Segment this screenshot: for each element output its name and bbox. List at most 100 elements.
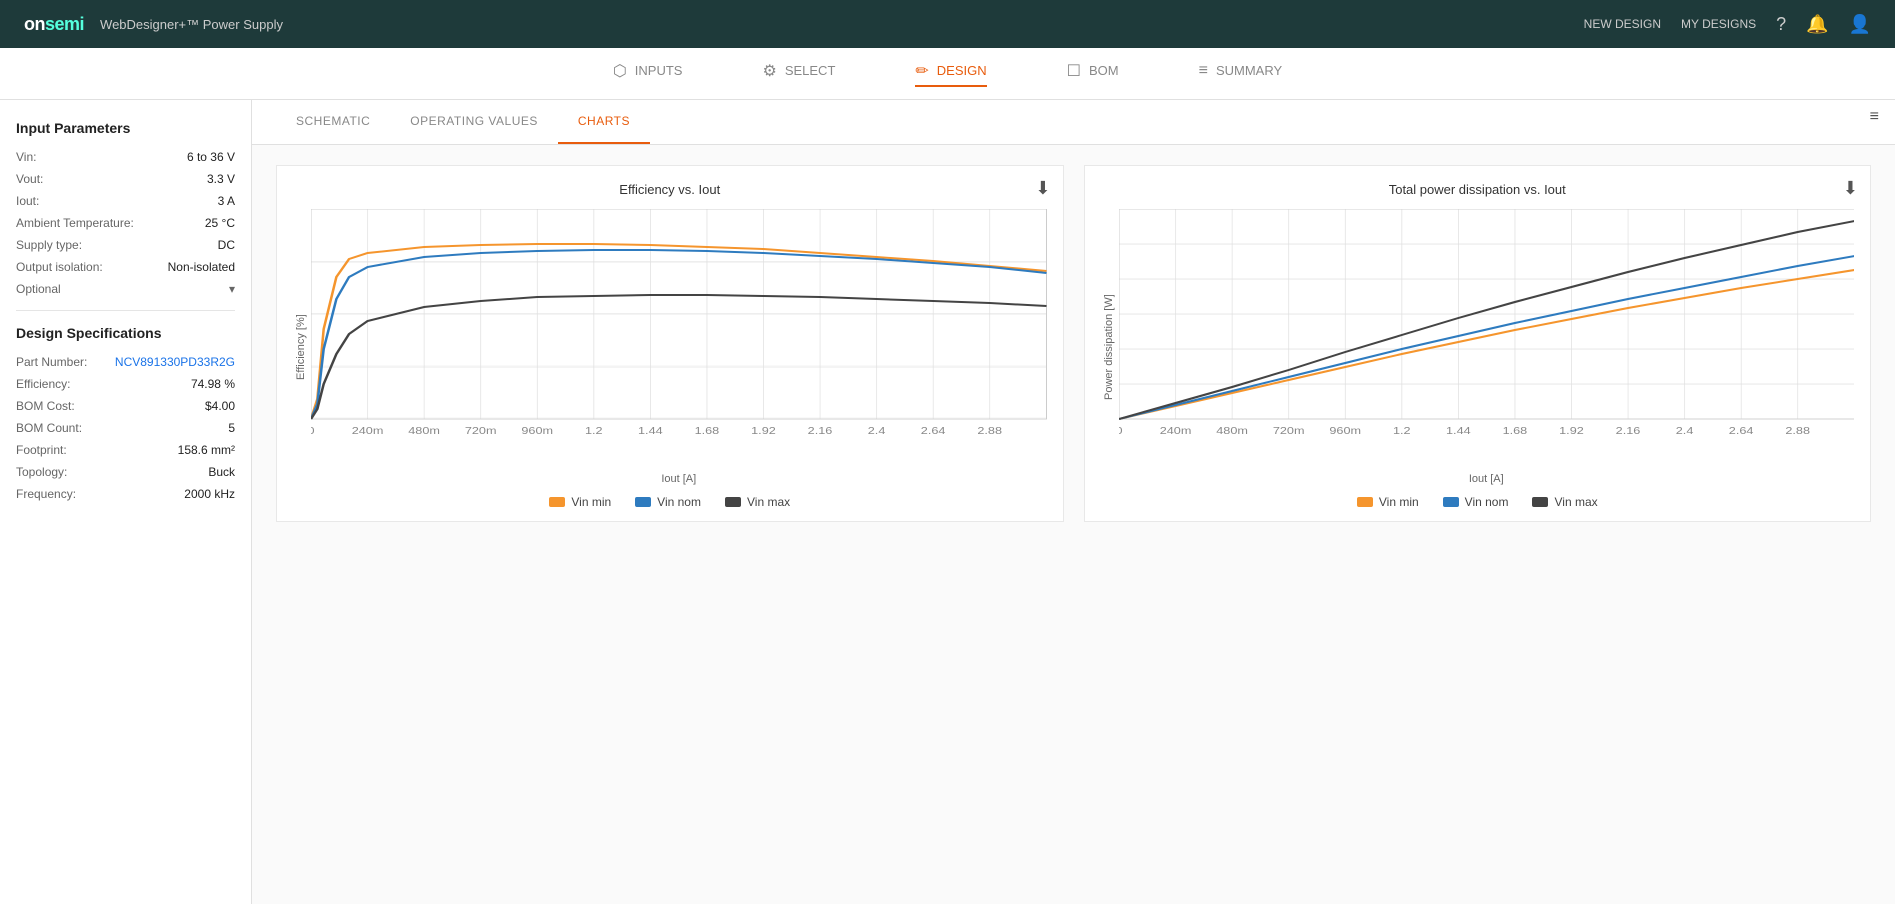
top-nav: onsemi WebDesigner+™ Power Supply NEW DE…: [0, 0, 1895, 48]
svg-text:1.68: 1.68: [1502, 426, 1527, 437]
power-download-button[interactable]: ⬇: [1843, 178, 1858, 199]
notification-icon[interactable]: 🔔: [1806, 14, 1828, 35]
step-select[interactable]: ⚙ SELECT: [762, 61, 835, 87]
param-supply: Supply type: DC: [16, 238, 235, 252]
svg-text:2.88: 2.88: [977, 426, 1002, 437]
svg-text:720m: 720m: [465, 426, 497, 437]
svg-text:1.2: 1.2: [585, 426, 603, 437]
legend-vin-min-label: Vin min: [571, 495, 611, 509]
step-design[interactable]: ✏ DESIGN: [915, 61, 986, 87]
svg-text:480m: 480m: [1216, 426, 1248, 437]
help-icon[interactable]: ?: [1776, 14, 1786, 35]
svg-text:240m: 240m: [352, 426, 384, 437]
svg-text:240m: 240m: [1159, 426, 1191, 437]
legend-vin-max-color: [725, 497, 741, 507]
sidebar-divider: [16, 310, 235, 311]
param-vin-value: 6 to 36 V: [187, 150, 235, 164]
power-legend-vin-nom-color: [1443, 497, 1459, 507]
power-legend-vin-min: Vin min: [1357, 495, 1419, 509]
spec-freq-label: Frequency:: [16, 487, 76, 501]
svg-text:480m: 480m: [408, 426, 440, 437]
bom-icon: ☐: [1067, 61, 1081, 81]
power-chart-title: Total power dissipation vs. Iout: [1101, 182, 1855, 197]
legend-vin-nom-label: Vin nom: [657, 495, 701, 509]
main-layout: Input Parameters Vin: 6 to 36 V Vout: 3.…: [0, 100, 1895, 904]
svg-text:960m: 960m: [521, 426, 553, 437]
user-icon[interactable]: 👤: [1849, 14, 1871, 35]
svg-text:2.16: 2.16: [808, 426, 833, 437]
legend-vin-nom: Vin nom: [635, 495, 701, 509]
new-design-link[interactable]: NEW DESIGN: [1584, 17, 1661, 31]
power-legend-vin-max: Vin max: [1532, 495, 1597, 509]
spec-footprint-label: Footprint:: [16, 443, 67, 457]
nav-right: NEW DESIGN MY DESIGNS ? 🔔 👤: [1584, 14, 1871, 35]
power-chart-container: Total power dissipation vs. Iout ⬇ Power…: [1084, 165, 1872, 522]
legend-vin-max: Vin max: [725, 495, 790, 509]
tab-charts[interactable]: CHARTS: [558, 100, 650, 144]
power-x-label: Iout [A]: [1119, 473, 1855, 485]
svg-text:960m: 960m: [1329, 426, 1361, 437]
design-specs-title: Design Specifications: [16, 325, 235, 341]
svg-text:1.44: 1.44: [1446, 426, 1471, 437]
svg-text:1.44: 1.44: [638, 426, 663, 437]
step-nav: ⬡ INPUTS ⚙ SELECT ✏ DESIGN ☐ BOM ≡ SUMMA…: [0, 48, 1895, 100]
power-y-label: Power dissipation [W]: [1101, 209, 1115, 485]
select-icon: ⚙: [762, 61, 776, 81]
efficiency-x-label: Iout [A]: [311, 473, 1047, 485]
power-legend-vin-min-color: [1357, 497, 1373, 507]
step-summary[interactable]: ≡ SUMMARY: [1199, 62, 1283, 86]
step-inputs[interactable]: ⬡ INPUTS: [613, 61, 683, 87]
step-bom[interactable]: ☐ BOM: [1067, 61, 1119, 87]
param-isolation: Output isolation: Non-isolated: [16, 260, 235, 274]
spec-efficiency: Efficiency: 74.98 %: [16, 377, 235, 391]
efficiency-chart-wrapper: Efficiency [%]: [293, 209, 1047, 485]
step-design-label: DESIGN: [937, 63, 987, 78]
optional-row[interactable]: Optional ▾: [16, 282, 235, 296]
efficiency-y-label: Efficiency [%]: [293, 209, 307, 485]
power-legend-vin-min-label: Vin min: [1379, 495, 1419, 509]
step-bom-label: BOM: [1089, 63, 1119, 78]
spec-topology: Topology: Buck: [16, 465, 235, 479]
legend-vin-nom-color: [635, 497, 651, 507]
legend-vin-min: Vin min: [549, 495, 611, 509]
design-icon: ✏: [915, 61, 928, 81]
svg-text:1.2: 1.2: [1392, 426, 1410, 437]
param-temp: Ambient Temperature: 25 °C: [16, 216, 235, 230]
app-title: WebDesigner+™ Power Supply: [100, 17, 283, 32]
optional-label: Optional: [16, 282, 61, 296]
sidebar: Input Parameters Vin: 6 to 36 V Vout: 3.…: [0, 100, 252, 904]
param-vout-label: Vout:: [16, 172, 43, 186]
power-legend-vin-nom: Vin nom: [1443, 495, 1509, 509]
svg-text:2.16: 2.16: [1615, 426, 1640, 437]
spec-bom-cost-label: BOM Cost:: [16, 399, 75, 413]
power-legend-vin-max-color: [1532, 497, 1548, 507]
spec-part-label: Part Number:: [16, 355, 87, 369]
svg-text:0: 0: [311, 426, 315, 437]
spec-topology-value: Buck: [208, 465, 235, 479]
spec-bom-cost: BOM Cost: $4.00: [16, 399, 235, 413]
tab-operating-values[interactable]: OPERATING VALUES: [390, 100, 558, 144]
spec-part-value[interactable]: NCV891330PD33R2G: [115, 355, 235, 369]
efficiency-chart-title: Efficiency vs. Iout: [293, 182, 1047, 197]
step-summary-label: SUMMARY: [1216, 63, 1282, 78]
filter-icon[interactable]: ≡: [1870, 108, 1879, 126]
spec-footprint-value: 158.6 mm²: [178, 443, 235, 457]
my-designs-link[interactable]: MY DESIGNS: [1681, 17, 1756, 31]
param-supply-value: DC: [218, 238, 235, 252]
efficiency-chart-container: Efficiency vs. Iout ⬇ Efficiency [%]: [276, 165, 1064, 522]
param-vout-value: 3.3 V: [207, 172, 235, 186]
power-legend-vin-nom-label: Vin nom: [1465, 495, 1509, 509]
nav-left: onsemi WebDesigner+™ Power Supply: [24, 14, 283, 35]
step-inputs-label: INPUTS: [635, 63, 683, 78]
param-temp-value: 25 °C: [205, 216, 235, 230]
svg-text:0: 0: [1119, 426, 1123, 437]
charts-area: Efficiency vs. Iout ⬇ Efficiency [%]: [252, 145, 1895, 542]
spec-bom-count-label: BOM Count:: [16, 421, 82, 435]
efficiency-legend: Vin min Vin nom Vin max: [293, 495, 1047, 509]
efficiency-download-button[interactable]: ⬇: [1035, 178, 1050, 199]
svg-text:2.4: 2.4: [868, 426, 886, 437]
svg-text:1.68: 1.68: [695, 426, 720, 437]
spec-freq-value: 2000 kHz: [184, 487, 235, 501]
svg-text:720m: 720m: [1272, 426, 1304, 437]
tab-schematic[interactable]: SCHEMATIC: [276, 100, 390, 144]
